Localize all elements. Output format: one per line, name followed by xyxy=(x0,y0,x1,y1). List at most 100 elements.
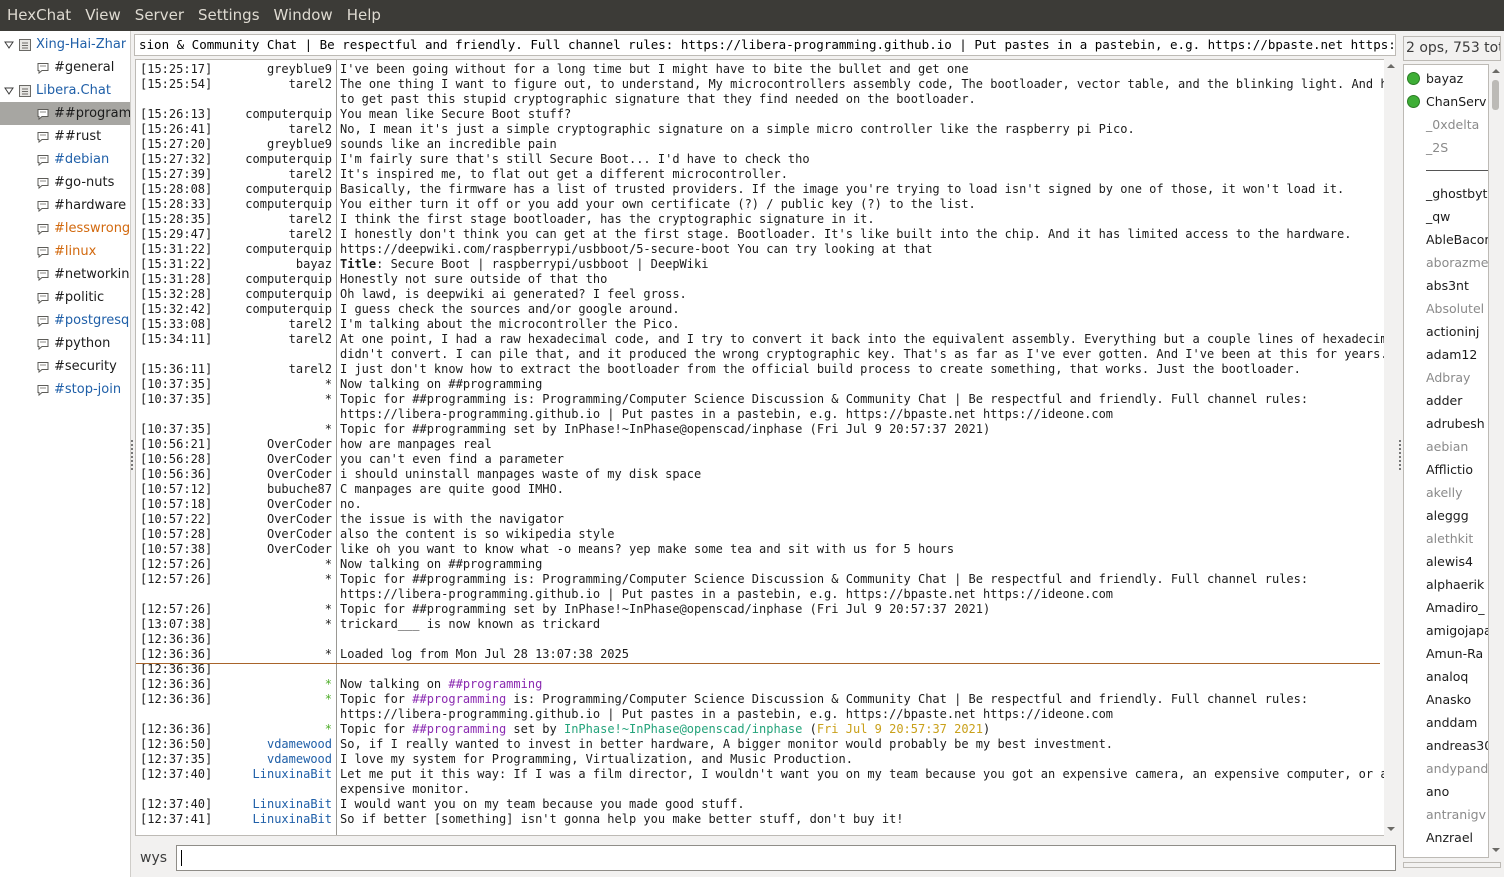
tree-channel[interactable]: #linux xyxy=(0,240,130,263)
chat-scrollbar[interactable] xyxy=(1384,59,1398,852)
nick[interactable]: computerquip xyxy=(136,272,332,287)
menu-hexchat[interactable]: HexChat xyxy=(0,0,78,31)
tree-channel[interactable]: #networkin xyxy=(0,263,130,286)
tree-channel[interactable]: #python xyxy=(0,332,130,355)
user-entry[interactable]: alethkit xyxy=(1426,527,1473,550)
nick[interactable]: tarel2 xyxy=(136,362,332,377)
menu-view[interactable]: View xyxy=(78,0,128,31)
nick[interactable]: * xyxy=(136,422,332,437)
user-entry[interactable]: anddam xyxy=(1426,711,1477,734)
user-entry[interactable]: adrubesh xyxy=(1426,412,1485,435)
user-entry[interactable]: Afflictio xyxy=(1426,458,1473,481)
user-entry[interactable]: aleggg xyxy=(1426,504,1469,527)
user-entry[interactable]: antranigv xyxy=(1426,803,1486,826)
scroll-down-icon[interactable] xyxy=(1387,825,1395,833)
user-entry[interactable]: adder xyxy=(1426,389,1462,412)
tree-channel[interactable]: #go-nuts xyxy=(0,171,130,194)
nick[interactable]: computerquip xyxy=(136,182,332,197)
tree-channel[interactable]: #debian xyxy=(0,148,130,171)
tree-channel[interactable]: #hardware xyxy=(0,194,130,217)
tree-channel[interactable]: #lesswrong xyxy=(0,217,130,240)
user-entry[interactable]: andreas30 xyxy=(1426,734,1488,757)
nick[interactable]: * xyxy=(136,557,332,572)
user-entry[interactable]: bayaz xyxy=(1426,67,1463,90)
user-entry[interactable]: AbleBacon xyxy=(1426,228,1488,251)
user-entry[interactable]: aborazmeh xyxy=(1426,251,1488,274)
nick[interactable]: OverCoder xyxy=(136,437,332,452)
tree-channel[interactable]: #politic xyxy=(0,286,130,309)
user-entry[interactable]: alphaerik xyxy=(1426,573,1484,596)
nick[interactable]: OverCoder xyxy=(136,497,332,512)
nick[interactable]: * xyxy=(136,692,332,707)
user-entry[interactable]: adam12 xyxy=(1426,343,1477,366)
nick[interactable]: * xyxy=(136,647,332,662)
menu-server[interactable]: Server xyxy=(128,0,191,31)
nick[interactable]: tarel2 xyxy=(136,212,332,227)
nick[interactable]: OverCoder xyxy=(136,542,332,557)
nick[interactable]: * xyxy=(136,722,332,737)
expander-icon[interactable] xyxy=(4,40,14,50)
nick[interactable]: * xyxy=(136,572,332,587)
nick[interactable]: LinuxinaBit xyxy=(136,797,332,812)
nick[interactable]: computerquip xyxy=(136,302,332,317)
nick[interactable]: tarel2 xyxy=(136,227,332,242)
chat-log[interactable]: [15:25:17] greyblue9 I've been going witho… xyxy=(135,59,1385,836)
user-entry[interactable]: Anzrael xyxy=(1426,826,1473,849)
user-entry[interactable]: amigojapa xyxy=(1426,619,1488,642)
nick[interactable]: * xyxy=(136,677,332,692)
nick[interactable]: tarel2 xyxy=(136,167,332,182)
nick[interactable]: * xyxy=(136,602,332,617)
tree-channel[interactable]: #postgresq xyxy=(0,309,130,332)
message-input[interactable] xyxy=(176,845,1396,871)
user-list[interactable]: bayaz ChanServ _0xdelta _2S _ghostbyt _qw Able… xyxy=(1403,64,1489,858)
tree-network[interactable]: Xing-Hai-Zhar xyxy=(0,33,130,56)
scroll-up-icon[interactable] xyxy=(1492,67,1500,75)
nick[interactable]: vdamewood xyxy=(136,737,332,752)
nick[interactable]: computerquip xyxy=(136,107,332,122)
nick[interactable]: computerquip xyxy=(136,287,332,302)
tree-channel[interactable]: ##rust xyxy=(0,125,130,148)
tree-channel[interactable]: ##programm xyxy=(0,102,130,125)
tree-channel[interactable]: #security xyxy=(0,355,130,378)
user-entry[interactable]: aebian xyxy=(1426,435,1468,458)
user-entry[interactable]: ChanServ xyxy=(1426,90,1486,113)
nick[interactable]: vdamewood xyxy=(136,752,332,767)
nick[interactable]: greyblue9 xyxy=(136,62,332,77)
tree-channel[interactable]: #general xyxy=(0,56,130,79)
nick[interactable]: OverCoder xyxy=(136,452,332,467)
nick[interactable]: computerquip xyxy=(136,152,332,167)
user-entry[interactable]: alewis4 xyxy=(1426,550,1473,573)
scroll-up-icon[interactable] xyxy=(1387,62,1395,70)
nick[interactable]: tarel2 xyxy=(136,77,332,92)
user-entry[interactable]: _ghostbyt xyxy=(1426,182,1487,205)
nick[interactable]: OverCoder xyxy=(136,512,332,527)
user-entry[interactable]: _qw xyxy=(1426,205,1450,228)
nick[interactable]: tarel2 xyxy=(136,317,332,332)
nick[interactable]: OverCoder xyxy=(136,467,332,482)
nick[interactable]: LinuxinaBit xyxy=(136,767,332,782)
menu-settings[interactable]: Settings xyxy=(191,0,267,31)
user-entry[interactable]: _0xdelta xyxy=(1426,113,1479,136)
tree-network[interactable]: Libera.Chat xyxy=(0,79,130,102)
nick[interactable]: bubuche87 xyxy=(136,482,332,497)
user-entry[interactable]: andypandy xyxy=(1426,757,1488,780)
user-entry[interactable]: Amun-Ra xyxy=(1426,642,1483,665)
input-nick-label[interactable]: wys xyxy=(140,850,167,866)
user-entry[interactable]: actioninj xyxy=(1426,320,1479,343)
user-entry[interactable]: _2S xyxy=(1426,136,1448,159)
user-list-scroll-thumb[interactable] xyxy=(1492,80,1499,110)
nick[interactable]: * xyxy=(136,377,332,392)
nick[interactable]: computerquip xyxy=(136,197,332,212)
topic-bar[interactable]: sion & Community Chat | Be respectful an… xyxy=(134,34,1396,56)
nick[interactable]: greyblue9 xyxy=(136,137,332,152)
nick[interactable]: tarel2 xyxy=(136,332,332,347)
nick[interactable]: bayaz xyxy=(136,257,332,272)
user-entry[interactable]: ano xyxy=(1426,780,1449,803)
tree-channel[interactable]: #stop-join xyxy=(0,378,130,401)
scroll-down-icon[interactable] xyxy=(1492,846,1500,854)
nick[interactable]: tarel2 xyxy=(136,122,332,137)
user-entry[interactable]: abs3nt xyxy=(1426,274,1469,297)
user-entry[interactable]: Amadiro_ xyxy=(1426,596,1485,619)
nick[interactable]: * xyxy=(136,617,332,632)
menu-help[interactable]: Help xyxy=(340,0,388,31)
